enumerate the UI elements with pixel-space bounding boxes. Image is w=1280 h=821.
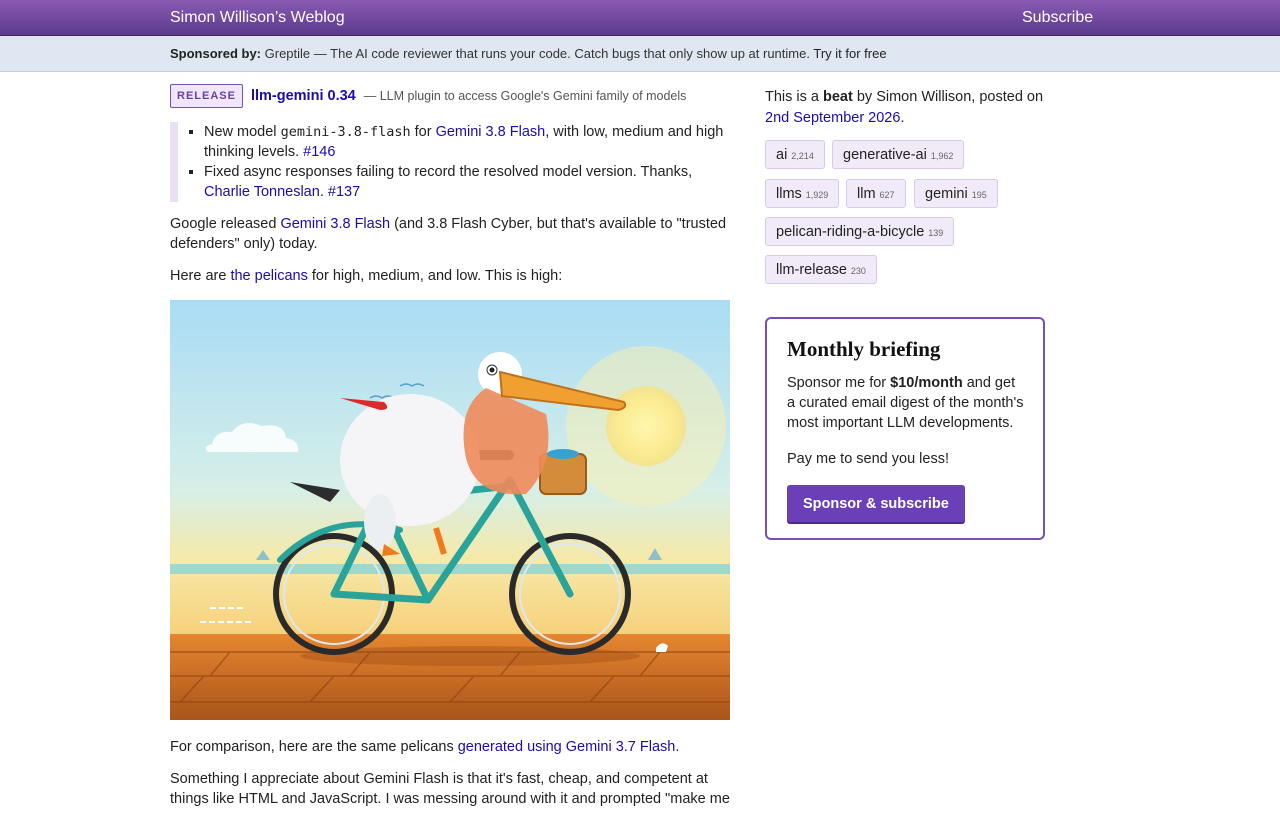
meta-text: by Simon Willison, posted on bbox=[852, 89, 1044, 105]
tag-llms[interactable]: llms 1,929 bbox=[765, 179, 840, 208]
meta-text: This is a bbox=[765, 89, 824, 105]
gemini-flash-link-2[interactable]: Gemini 3.8 Flash bbox=[280, 216, 390, 232]
release-note-item: Fixed async responses failing to record … bbox=[204, 162, 730, 202]
entry-continued: For comparison, here are the same pelica… bbox=[170, 737, 730, 821]
gemini-37-pelicans-link[interactable]: generated using Gemini 3.7 Flash bbox=[458, 739, 676, 755]
pelican-bicycle-image bbox=[170, 300, 730, 720]
issue-137-link[interactable]: #137 bbox=[328, 184, 360, 200]
release-title-link[interactable]: llm-gemini 0.34 bbox=[251, 86, 356, 106]
tag-pelican-riding-a-bicycle[interactable]: pelican-riding-a-bicycle 139 bbox=[765, 217, 955, 246]
monthly-briefing-box: Monthly briefing Sponsor me for $10/mont… bbox=[765, 317, 1045, 540]
tag-generative-ai[interactable]: generative-ai 1,962 bbox=[832, 140, 965, 169]
tag-ai[interactable]: ai 2,214 bbox=[765, 140, 825, 169]
text: Google released bbox=[170, 216, 281, 232]
release-note-item: New model gemini-3.8-flash for Gemini 3.… bbox=[204, 122, 730, 162]
model-id-code: gemini-3.8-flash bbox=[280, 124, 411, 140]
site-title-link[interactable]: Simon Willison’s Weblog bbox=[170, 9, 345, 27]
note-text: Fixed async responses failing to record … bbox=[204, 164, 693, 180]
briefing-text: Sponsor me for bbox=[787, 375, 891, 391]
briefing-description: Sponsor me for $10/month and get a curat… bbox=[787, 373, 1027, 433]
tag-count: 139 bbox=[928, 228, 944, 238]
sponsor-banner: Sponsored by: Greptile — The AI code rev… bbox=[0, 36, 1280, 72]
paragraph: For comparison, here are the same pelica… bbox=[170, 737, 730, 757]
tag-count: 230 bbox=[850, 266, 866, 276]
tag-name: llm-release bbox=[776, 262, 847, 278]
release-description: — LLM plugin to access Google's Gemini f… bbox=[363, 89, 687, 103]
paragraph: Something I appreciate about Gemini Flas… bbox=[170, 771, 730, 807]
text: . bbox=[675, 739, 680, 755]
tag-count: 195 bbox=[971, 190, 987, 200]
tag-count: 1,929 bbox=[805, 190, 829, 200]
text: For comparison, here are the same pelica… bbox=[170, 739, 458, 755]
release-notes: New model gemini-3.8-flash for Gemini 3.… bbox=[170, 122, 730, 202]
briefing-title: Monthly briefing bbox=[787, 337, 941, 361]
tag-name: llm bbox=[857, 186, 876, 202]
sponsor-subscribe-button[interactable]: Sponsor & subscribe bbox=[787, 485, 965, 522]
tag-name: gemini bbox=[925, 186, 968, 202]
tag-count: 2,214 bbox=[791, 151, 814, 161]
contributor-link[interactable]: Charlie Tonneslan bbox=[204, 184, 320, 200]
pelican-illustration bbox=[170, 300, 730, 720]
issue-146-link[interactable]: #146 bbox=[303, 144, 335, 160]
text: Here are bbox=[170, 268, 231, 284]
tag-name: generative-ai bbox=[843, 147, 927, 163]
gemini-flash-link[interactable]: Gemini 3.8 Flash bbox=[436, 124, 546, 140]
tag-name: llms bbox=[776, 186, 802, 202]
tag-count: 1,962 bbox=[930, 151, 954, 161]
note-text: . bbox=[319, 184, 328, 200]
note-text: for bbox=[410, 124, 436, 140]
subscribe-link[interactable]: Subscribe bbox=[1022, 9, 1093, 27]
release-header: RELEASE llm-gemini 0.34 — LLM plugin to … bbox=[170, 84, 730, 108]
entry-content: RELEASE llm-gemini 0.34 — LLM plugin to … bbox=[170, 84, 730, 286]
sponsor-text: Greptile — The AI code reviewer that run… bbox=[264, 46, 810, 61]
tag-name: pelican-riding-a-bicycle bbox=[776, 224, 925, 240]
entry-meta: This is a beat by Simon Willison, posted… bbox=[765, 87, 1045, 129]
sponsor-cta-link[interactable]: Try it for free bbox=[813, 46, 886, 61]
paragraph: Google released Gemini 3.8 Flash (and 3.… bbox=[170, 214, 730, 254]
tag-count: 627 bbox=[879, 190, 895, 200]
tag-llm[interactable]: llm 627 bbox=[846, 179, 906, 208]
tag-llm-release[interactable]: llm-release 230 bbox=[765, 255, 877, 284]
sponsor-label: Sponsored by: bbox=[170, 46, 262, 61]
note-text: New model bbox=[204, 124, 281, 140]
meta-text: . bbox=[900, 110, 905, 126]
text: for high, medium, and low. This is high: bbox=[307, 268, 563, 284]
beat-label: beat bbox=[823, 89, 853, 105]
paragraph: Here are the pelicans for high, medium, … bbox=[170, 266, 730, 286]
site-header: Simon Willison’s Weblog Subscribe bbox=[0, 0, 1280, 36]
release-badge: RELEASE bbox=[170, 84, 243, 108]
post-date-link[interactable]: 2nd September 2026 bbox=[765, 110, 900, 126]
tag-name: ai bbox=[776, 147, 788, 163]
tag-gemini[interactable]: gemini 195 bbox=[914, 179, 998, 208]
briefing-tagline: Pay me to send you less! bbox=[787, 451, 949, 467]
pelicans-link[interactable]: the pelicans bbox=[230, 268, 307, 284]
briefing-price: $10/month bbox=[890, 375, 963, 391]
